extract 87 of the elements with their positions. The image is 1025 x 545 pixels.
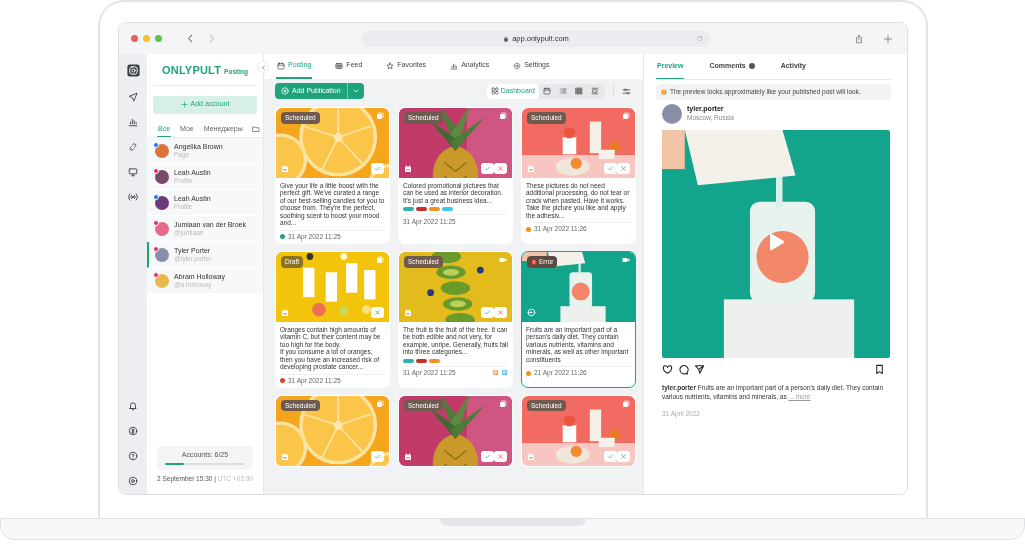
gallery-icon	[622, 399, 630, 408]
chart-icon	[450, 61, 459, 70]
network-badge	[153, 193, 159, 200]
broadcast-icon[interactable]	[128, 192, 138, 202]
settings-icon[interactable]	[128, 476, 138, 486]
check-icon	[374, 165, 381, 172]
post-card[interactable]	[275, 250, 390, 388]
grid-icon	[575, 87, 583, 95]
approve-button[interactable]	[481, 306, 494, 318]
calendar-icon	[404, 452, 412, 461]
bookmark-icon[interactable]	[874, 363, 885, 375]
chevron-left-icon	[259, 63, 267, 71]
like-icon[interactable]	[662, 363, 673, 375]
calendar-icon	[527, 452, 535, 461]
check-icon	[607, 452, 614, 460]
calendar-icon	[281, 308, 289, 317]
close-icon	[497, 308, 504, 316]
bell-icon[interactable]	[128, 401, 138, 411]
comment-icon[interactable]	[678, 363, 689, 375]
help-icon[interactable]	[128, 451, 138, 461]
reject-button[interactable]	[617, 163, 630, 174]
dashboard-icon	[490, 87, 499, 95]
error-icon	[531, 258, 537, 265]
settings-icon	[513, 61, 522, 70]
plus-icon	[883, 33, 893, 44]
gallery-icon	[376, 112, 384, 120]
document-icon	[492, 369, 499, 377]
reject-button[interactable]	[494, 306, 507, 318]
send-icon[interactable]	[128, 92, 138, 102]
check-icon	[374, 452, 381, 460]
timeline-icon	[591, 87, 599, 95]
calendar-icon	[404, 165, 412, 173]
network-badge	[153, 245, 159, 252]
reject-button[interactable]	[371, 306, 384, 318]
reject-button[interactable]	[494, 163, 507, 174]
dollar-icon[interactable]	[128, 426, 138, 436]
gallery-icon	[499, 112, 507, 120]
close-icon	[374, 308, 381, 316]
folder-icon[interactable]	[251, 125, 260, 134]
gallery-icon	[376, 255, 384, 264]
monitor-icon[interactable]	[128, 167, 138, 177]
plus-icon	[180, 101, 188, 108]
network-badge	[153, 167, 159, 174]
gallery-icon	[376, 399, 384, 408]
close-icon	[620, 165, 627, 172]
send-icon[interactable]	[694, 363, 705, 375]
approve-button[interactable]	[481, 163, 494, 174]
reject-button[interactable]	[494, 450, 507, 462]
close-icon	[497, 452, 504, 460]
calendar-icon	[404, 308, 412, 317]
network-badge	[153, 141, 159, 148]
network-badge	[153, 219, 159, 226]
warning-icon	[661, 88, 667, 95]
instagram-icon[interactable]	[126, 64, 140, 77]
check-icon	[484, 308, 491, 316]
avatar	[662, 103, 682, 124]
link-icon[interactable]	[128, 142, 138, 152]
grid-icon	[335, 61, 344, 70]
calendar-icon	[277, 61, 285, 70]
chart-icon[interactable]	[128, 117, 138, 127]
calendar-icon	[281, 165, 289, 173]
reload-icon	[696, 34, 703, 42]
calendar-icon	[543, 87, 551, 95]
network-badge	[153, 271, 159, 278]
lock-icon	[503, 35, 510, 42]
gallery-icon	[499, 399, 507, 408]
close-icon	[497, 165, 504, 172]
gallery-icon	[622, 112, 630, 120]
check-icon	[484, 165, 491, 172]
share-icon	[854, 33, 864, 44]
post-card[interactable]	[275, 107, 390, 244]
check-icon	[484, 452, 491, 460]
logo-text: ONLYPULT	[162, 63, 222, 78]
reject-button[interactable]	[617, 450, 630, 462]
star-icon	[386, 61, 395, 70]
close-icon	[620, 452, 627, 460]
calendar-icon	[281, 452, 289, 461]
list-icon	[559, 87, 567, 95]
check-icon	[607, 165, 614, 172]
filter-icon[interactable]	[622, 86, 631, 96]
caret-icon	[351, 87, 360, 95]
play-circle-icon	[527, 307, 536, 317]
plus-circle-icon	[281, 87, 289, 95]
approve-button[interactable]	[371, 450, 384, 462]
document-icon	[501, 369, 508, 377]
calendar-icon	[527, 165, 535, 173]
approve-button[interactable]	[481, 450, 494, 462]
